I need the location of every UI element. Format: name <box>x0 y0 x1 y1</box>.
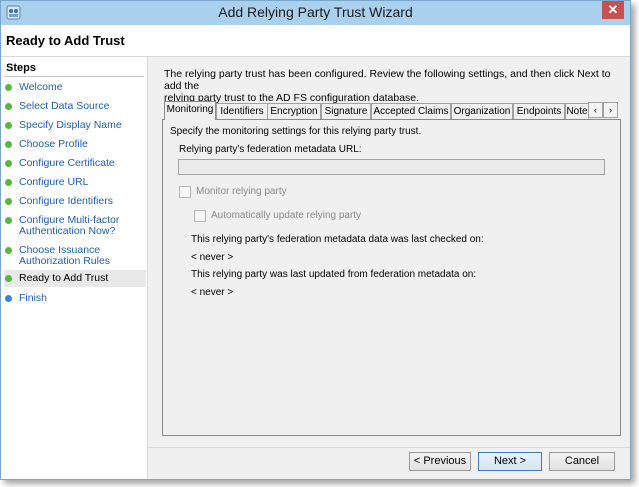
intro-line-1: The relying party trust has been configu… <box>164 68 611 92</box>
footer-divider <box>147 447 630 448</box>
page-title: Ready to Add Trust <box>6 33 125 48</box>
last-updated-label: This relying party was last updated from… <box>191 269 477 280</box>
tab-accepted-claims[interactable]: Accepted Claims <box>371 103 451 119</box>
step-label: Configure Certificate <box>19 157 115 169</box>
last-checked-label: This relying party's federation metadata… <box>191 234 484 245</box>
step-complete-icon <box>5 141 12 148</box>
tab-notes[interactable]: Note <box>565 103 589 119</box>
steps-divider <box>4 76 144 77</box>
tab-monitoring[interactable]: Monitoring <box>164 101 216 120</box>
steps-panel: Steps Welcome Select Data Source Specify… <box>1 57 148 479</box>
window-title: Add Relying Party Trust Wizard <box>218 4 413 20</box>
metadata-url-field[interactable] <box>178 159 605 175</box>
metadata-url-label: Relying party's federation metadata URL: <box>179 144 362 155</box>
step-label-line2: Authentication Now? <box>19 225 116 237</box>
title-bar[interactable]: Add Relying Party Trust Wizard ✕ <box>1 1 630 25</box>
step-complete-icon <box>5 247 12 254</box>
step-label: Specify Display Name <box>19 119 122 131</box>
next-button[interactable]: Next > <box>478 452 542 471</box>
page-header: Ready to Add Trust <box>1 25 630 57</box>
last-updated-value: < never > <box>191 287 234 298</box>
tab-scroll-right-icon[interactable]: › <box>603 102 618 118</box>
auto-update-checkbox[interactable] <box>194 210 206 222</box>
last-checked-value: < never > <box>191 252 234 263</box>
step-complete-icon <box>5 103 12 110</box>
tab-organization[interactable]: Organization <box>451 103 513 119</box>
close-button[interactable]: ✕ <box>602 1 624 19</box>
wizard-window: Add Relying Party Trust Wizard ✕ Ready t… <box>0 0 631 480</box>
step-label: Select Data Source <box>19 100 110 112</box>
step-label-line2: Authorization Rules <box>19 255 111 267</box>
step-label: Configure URL <box>19 176 89 188</box>
step-complete-icon <box>5 179 12 186</box>
step-complete-icon <box>5 122 12 129</box>
step-configure-multifactor[interactable]: Configure Multi-factor Authentication No… <box>5 215 145 237</box>
tab-endpoints[interactable]: Endpoints <box>513 103 565 119</box>
tab-scroll-left-icon[interactable]: ‹ <box>588 102 603 118</box>
step-label: Choose Profile <box>19 138 88 150</box>
monitor-relying-party-checkbox[interactable] <box>179 186 191 198</box>
tab-encryption[interactable]: Encryption <box>267 103 321 119</box>
step-complete-icon <box>5 160 12 167</box>
step-label: Configure Identifiers <box>19 195 113 207</box>
step-complete-icon <box>5 84 12 91</box>
tab-signature[interactable]: Signature <box>321 103 371 119</box>
steps-title: Steps <box>6 62 36 74</box>
auto-update-label: Automatically update relying party <box>211 210 362 221</box>
previous-button[interactable]: < Previous <box>409 452 471 471</box>
step-current-icon <box>5 275 12 282</box>
step-label: Finish <box>19 292 48 304</box>
tab-identifiers[interactable]: Identifiers <box>216 103 268 119</box>
step-complete-icon <box>5 198 12 205</box>
monitoring-description: Specify the monitoring settings for this… <box>170 126 422 137</box>
intro-text: The relying party trust has been configu… <box>164 68 619 104</box>
step-label: Ready to Add Trust <box>19 272 109 284</box>
step-choose-issuance-rules[interactable]: Choose Issuance Authorization Rules <box>5 245 145 267</box>
monitor-relying-party-label: Monitor relying party <box>196 186 287 197</box>
step-complete-icon <box>5 217 12 224</box>
monitoring-panel: Specify the monitoring settings for this… <box>162 119 621 436</box>
step-label: Welcome <box>19 81 63 93</box>
step-pending-icon <box>5 295 12 302</box>
cancel-button[interactable]: Cancel <box>549 452 615 471</box>
step-ready-to-add-trust[interactable]: Ready to Add Trust <box>4 270 146 287</box>
